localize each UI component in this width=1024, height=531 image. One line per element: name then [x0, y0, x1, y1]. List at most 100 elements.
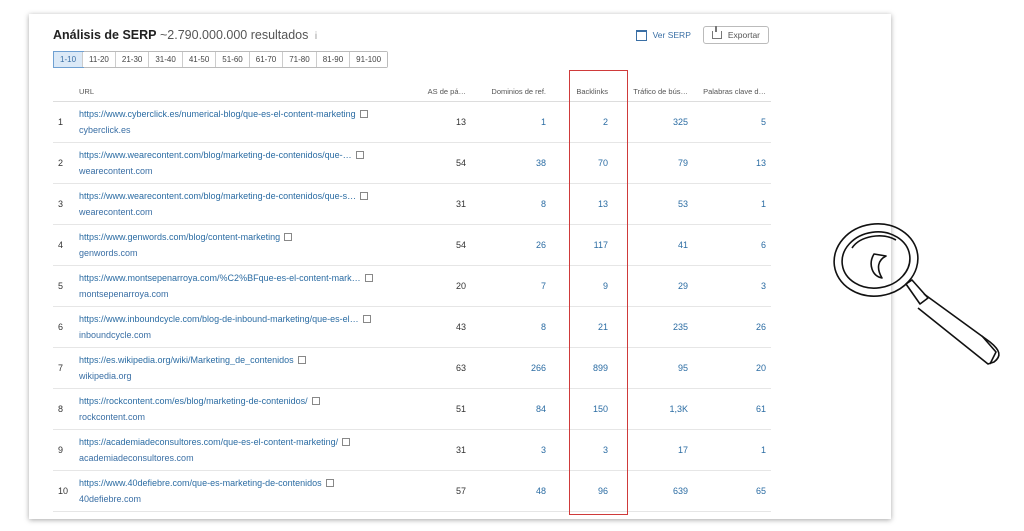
serp-analysis-panel: Análisis de SERP ~2.790.000.000 resultad… [29, 14, 891, 519]
referring-domains-cell[interactable]: 48 [471, 470, 552, 512]
result-url-link[interactable]: https://academiadeconsultores.com/que-es… [79, 437, 410, 447]
external-link-icon[interactable] [360, 192, 369, 200]
keywords-cell[interactable]: 5 [693, 101, 772, 143]
external-link-icon[interactable] [342, 438, 351, 446]
page-81-90[interactable]: 81-90 [316, 52, 351, 67]
result-url-link[interactable]: https://es.wikipedia.org/wiki/Marketing_… [79, 355, 410, 365]
header-actions: Ver SERP Exportar [635, 26, 769, 44]
external-link-icon[interactable] [355, 151, 364, 159]
result-url-link[interactable]: https://www.wearecontent.com/blog/market… [79, 191, 410, 201]
result-url: https://www.40defiebre.com/que-es-market… [79, 478, 322, 488]
page-31-40[interactable]: 31-40 [149, 52, 183, 67]
pagination: 1-10 11-20 21-30 31-40 41-50 51-60 61-70 71-80 8… [52, 51, 389, 68]
keywords-cell[interactable]: 6 [693, 224, 772, 266]
table-row: 9 https://academiadeconsultores.com/que-e… [53, 429, 772, 471]
referring-domains-cell[interactable]: 38 [471, 142, 552, 184]
referring-domains-cell[interactable]: 8 [471, 306, 552, 348]
referring-domains-cell[interactable]: 7 [471, 265, 552, 307]
result-url-link[interactable]: https://www.genwords.com/blog/content-ma… [79, 232, 410, 242]
page-51-60[interactable]: 51-60 [216, 52, 250, 67]
external-link-icon[interactable] [364, 274, 373, 282]
row-number: 8 [53, 388, 79, 430]
result-url-link[interactable]: https://www.inboundcycle.com/blog-de-inb… [79, 314, 410, 324]
magnifier-icon [833, 223, 1000, 365]
result-url-link[interactable]: https://www.wearecontent.com/blog/market… [79, 150, 410, 160]
keywords-cell[interactable]: 20 [693, 347, 772, 389]
result-domain[interactable]: rockcontent.com [79, 412, 410, 422]
table-header-row: URL AS de pá… Dominios de ref. Backlinks… [53, 81, 772, 102]
result-domain[interactable]: wikipedia.org [79, 371, 410, 381]
external-link-icon[interactable] [325, 479, 334, 487]
result-domain[interactable]: wearecontent.com [79, 207, 410, 217]
row-number: 7 [53, 347, 79, 389]
result-domain[interactable]: wearecontent.com [79, 166, 410, 176]
result-domain[interactable]: inboundcycle.com [79, 330, 410, 340]
result-url: https://rockcontent.com/es/blog/marketin… [79, 396, 308, 406]
col-referring-domains[interactable]: Dominios de ref. [471, 81, 552, 102]
panel-title: Análisis de SERP [53, 28, 157, 42]
table-row: 10 https://www.40defiebre.com/que-es-mark… [53, 470, 772, 512]
referring-domains-cell[interactable]: 84 [471, 388, 552, 430]
result-domain[interactable]: academiadeconsultores.com [79, 453, 410, 463]
referring-domains-cell[interactable]: 266 [471, 347, 552, 389]
table-row: 5 https://www.montsepenarroya.com/%C2%BFq… [53, 265, 772, 307]
keywords-cell[interactable]: 26 [693, 306, 772, 348]
result-url-link[interactable]: https://www.montsepenarroya.com/%C2%BFqu… [79, 273, 410, 283]
page-71-80[interactable]: 71-80 [283, 52, 317, 67]
table-row: 3 https://www.wearecontent.com/blog/marke… [53, 183, 772, 225]
page-41-50[interactable]: 41-50 [182, 52, 217, 67]
referring-domains-cell[interactable]: 26 [471, 224, 552, 266]
table-row: 2 https://www.wearecontent.com/blog/marke… [53, 142, 772, 184]
external-link-icon[interactable] [297, 356, 306, 364]
row-number: 6 [53, 306, 79, 348]
referring-domains-cell[interactable]: 8 [471, 183, 552, 225]
external-link-icon[interactable] [362, 315, 371, 323]
row-number: 4 [53, 224, 79, 266]
backlinks-highlight-box [569, 70, 628, 515]
row-number: 3 [53, 183, 79, 225]
col-authority-score[interactable]: AS de pá… [415, 81, 472, 102]
url-cell: https://rockcontent.com/es/blog/marketin… [79, 388, 416, 430]
keywords-cell[interactable]: 1 [693, 183, 772, 225]
result-url-link[interactable]: https://www.40defiebre.com/que-es-market… [79, 478, 410, 488]
external-link-icon[interactable] [311, 397, 320, 405]
page-11-20[interactable]: 11-20 [83, 52, 116, 67]
result-url: https://www.wearecontent.com/blog/market… [79, 150, 352, 160]
serp-table: URL AS de pá… Dominios de ref. Backlinks… [53, 81, 772, 512]
result-url-link[interactable]: https://rockcontent.com/es/blog/marketin… [79, 396, 410, 406]
ver-serp-label: Ver SERP [652, 30, 691, 40]
keywords-cell[interactable]: 65 [693, 470, 772, 512]
ver-serp-link[interactable]: Ver SERP [635, 29, 691, 41]
url-cell: https://www.cyberclick.es/numerical-blog… [79, 101, 416, 143]
result-domain[interactable]: genwords.com [79, 248, 410, 258]
page-21-30[interactable]: 21-30 [115, 52, 150, 67]
keywords-cell[interactable]: 3 [693, 265, 772, 307]
url-cell: https://www.wearecontent.com/blog/market… [79, 183, 416, 225]
keywords-cell[interactable]: 61 [693, 388, 772, 430]
export-button[interactable]: Exportar [702, 26, 769, 44]
page-91-100[interactable]: 91-100 [350, 52, 388, 67]
authority-score-cell: 63 [415, 347, 472, 389]
referring-domains-cell[interactable]: 1 [471, 101, 552, 143]
export-icon [711, 26, 722, 39]
result-domain[interactable]: 40defiebre.com [79, 494, 410, 504]
keywords-cell[interactable]: 13 [693, 142, 772, 184]
page-61-70[interactable]: 61-70 [249, 52, 284, 67]
keywords-cell[interactable]: 1 [693, 429, 772, 471]
result-url-link[interactable]: https://www.cyberclick.es/numerical-blog… [79, 109, 410, 119]
authority-score-cell: 31 [415, 183, 472, 225]
url-cell: https://www.40defiebre.com/que-es-market… [79, 470, 416, 512]
col-url[interactable]: URL [53, 81, 416, 102]
referring-domains-cell[interactable]: 3 [471, 429, 552, 471]
external-link-icon[interactable] [359, 110, 368, 118]
external-link-icon[interactable] [284, 233, 293, 241]
result-domain[interactable]: montsepenarroya.com [79, 289, 410, 299]
result-domain[interactable]: cyberclick.es [79, 125, 410, 135]
col-keywords[interactable]: Palabras clave d… [693, 81, 772, 102]
panel-header: Análisis de SERP ~2.790.000.000 resultad… [53, 28, 317, 42]
table-row: 1 https://www.cyberclick.es/numerical-blo… [53, 101, 772, 143]
window-icon [635, 29, 647, 41]
info-icon[interactable]: i [315, 31, 317, 42]
page-1-10[interactable]: 1-10 [52, 51, 85, 68]
url-cell: https://www.wearecontent.com/blog/market… [79, 142, 416, 184]
